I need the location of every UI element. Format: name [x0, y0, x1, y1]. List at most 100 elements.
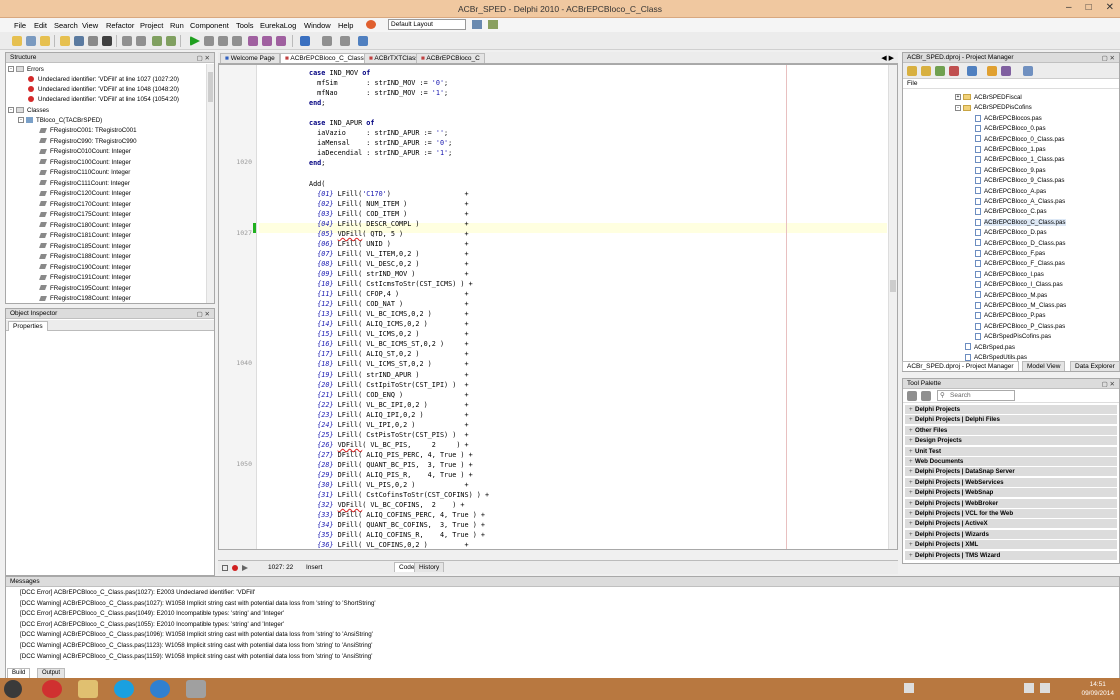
- compile-icon[interactable]: [166, 36, 176, 46]
- tree-node-classes[interactable]: - Classes: [8, 106, 49, 116]
- build-icon[interactable]: [152, 36, 162, 46]
- file-node[interactable]: ACBrSped.pas: [965, 343, 1015, 353]
- field-item[interactable]: FRegistroC120Count: Integer: [39, 189, 131, 199]
- internet-explorer-taskbar-icon[interactable]: [150, 680, 170, 698]
- run-icon[interactable]: [190, 36, 200, 46]
- palette-category[interactable]: Unit Test: [905, 446, 1117, 457]
- start-icon[interactable]: [4, 680, 22, 698]
- printer-taskbar-icon[interactable]: [186, 680, 206, 698]
- message-line[interactable]: [DCC Error] ACBrEPCBloco_C_Class.pas(105…: [20, 621, 284, 628]
- menu-refactor[interactable]: Refactor: [106, 21, 134, 30]
- file-node[interactable]: ACBrEPCBloco_0_Class.pas: [975, 135, 1064, 145]
- close-icon[interactable]: ✕: [1106, 2, 1114, 13]
- file-node[interactable]: ACBrEPCBloco_A.pas: [975, 187, 1046, 197]
- skype-taskbar-icon[interactable]: [114, 680, 134, 698]
- tray-icon[interactable]: [904, 683, 914, 693]
- add-item-icon[interactable]: [935, 66, 945, 76]
- pause-icon[interactable]: [218, 36, 228, 46]
- navigate-back-icon[interactable]: [300, 36, 310, 46]
- panel-pin-icon[interactable]: ▢ ✕: [197, 310, 210, 318]
- file-node[interactable]: ACBrEPCBloco_F_Class.pas: [975, 259, 1065, 269]
- error-item[interactable]: Undeclared identifier: 'VDFill' at line …: [28, 95, 179, 105]
- new-item-icon[interactable]: [921, 66, 931, 76]
- save-icon[interactable]: [74, 36, 84, 46]
- tab-model-view[interactable]: Model View: [1022, 361, 1066, 371]
- folder-node[interactable]: - ACBrSPEDPisCofins: [955, 103, 1032, 113]
- play-macro-icon[interactable]: [242, 565, 248, 571]
- palette-category[interactable]: Delphi Projects | Delphi Files: [905, 415, 1117, 426]
- file-node[interactable]: ACBrEPCBloco_C_Class.pas: [975, 218, 1066, 228]
- remove-item-icon[interactable]: [949, 66, 959, 76]
- reopen-icon[interactable]: [60, 36, 70, 46]
- menu-edit[interactable]: Edit: [34, 21, 47, 30]
- palette-category[interactable]: Delphi Projects | VCL for the Web: [905, 509, 1117, 519]
- field-item[interactable]: FRegistroC185Count: Integer: [39, 242, 131, 252]
- trace-into-icon[interactable]: [248, 36, 258, 46]
- tab-project-manager[interactable]: ACBr_SPED.dproj - Project Manager: [902, 361, 1019, 371]
- tabs-scroll-icon[interactable]: ◀ ▶: [881, 54, 894, 62]
- file-node[interactable]: ACBrEPCBloco_0.pas: [975, 124, 1046, 134]
- palette-category[interactable]: Delphi Projects | XML: [905, 540, 1117, 551]
- bookmark-icon[interactable]: [340, 36, 350, 46]
- maximize-icon[interactable]: □: [1086, 2, 1092, 13]
- file-node[interactable]: ACBrEPCBloco_D_Class.pas: [975, 239, 1066, 249]
- panel-pin-icon[interactable]: ▢ ✕: [197, 54, 210, 62]
- component-icon[interactable]: [358, 36, 368, 46]
- sync-icon[interactable]: [967, 66, 977, 76]
- field-item[interactable]: FRegistroC110Count: Integer: [39, 168, 130, 178]
- file-node[interactable]: ACBrEPCBloco_C.pas: [975, 207, 1047, 217]
- message-line[interactable]: [DCC Warning] ACBrEPCBloco_C_Class.pas(1…: [20, 600, 376, 607]
- message-line[interactable]: [DCC Error] ACBrEPCBloco_C_Class.pas(104…: [20, 610, 284, 617]
- tree-node-errors[interactable]: - Errors: [8, 65, 44, 75]
- structure-scrollbar[interactable]: [206, 64, 214, 303]
- palette-category[interactable]: Web Documents: [905, 457, 1117, 467]
- tab-acbrtxtclass[interactable]: ■ ACBrTXTClass: [364, 53, 424, 63]
- menu-component[interactable]: Component: [190, 21, 229, 30]
- palette-category[interactable]: Delphi Projects | DataSnap Server: [905, 467, 1117, 478]
- view-icon[interactable]: [1023, 66, 1033, 76]
- message-line[interactable]: [DCC Warning] ACBrEPCBloco_C_Class.pas(1…: [20, 642, 372, 649]
- field-item[interactable]: FRegistroC188Count: Integer: [39, 252, 131, 262]
- menu-eurekalog[interactable]: EurekaLog: [260, 21, 296, 30]
- record-macro-icon[interactable]: [222, 565, 228, 571]
- palette-category[interactable]: Delphi Projects | WebServices: [905, 477, 1117, 488]
- palette-category[interactable]: Delphi Projects: [905, 405, 1117, 415]
- menu-tools[interactable]: Tools: [236, 21, 254, 30]
- layout-settings-icon[interactable]: [488, 20, 498, 29]
- palette-category[interactable]: Design Projects: [905, 436, 1117, 447]
- palette-category[interactable]: Delphi Projects | TMS Wizard: [905, 550, 1117, 561]
- add-file-icon[interactable]: [122, 36, 132, 46]
- stop-icon[interactable]: [232, 36, 242, 46]
- file-node[interactable]: ACBrEPCBloco_9_Class.pas: [975, 176, 1064, 186]
- file-node[interactable]: ACBrEPCBloco_I_Class.pas: [975, 280, 1063, 290]
- step-over-icon[interactable]: [262, 36, 272, 46]
- volume-icon[interactable]: [1040, 683, 1050, 693]
- layout-icon[interactable]: [366, 20, 376, 29]
- field-item[interactable]: FRegistroC001: TRegistroC001: [39, 126, 137, 136]
- file-node[interactable]: ACBrEPCBloco_A_Class.pas: [975, 197, 1065, 207]
- field-item[interactable]: FRegistroC190Count: Integer: [39, 263, 131, 273]
- palette-options-icon[interactable]: [921, 391, 931, 401]
- layout-combo[interactable]: Default Layout: [388, 19, 466, 30]
- remove-file-icon[interactable]: [136, 36, 146, 46]
- save-all-icon[interactable]: [88, 36, 98, 46]
- tab-acbrepcbloco-c[interactable]: ■ ACBrEPCBloco_C: [416, 53, 485, 63]
- field-item[interactable]: FRegistroC180Count: Integer: [39, 221, 131, 231]
- field-item[interactable]: FRegistroC195Count: Integer: [39, 284, 131, 294]
- expand-icon[interactable]: [987, 66, 997, 76]
- tab-build[interactable]: Build: [7, 668, 31, 678]
- tab-properties[interactable]: Properties: [8, 321, 48, 331]
- open-project-icon[interactable]: [26, 36, 36, 46]
- code-area[interactable]: case IND_MOV of mfSim : strIND_MOV := '0…: [259, 65, 887, 549]
- palette-category[interactable]: Delphi Projects | WebBroker: [905, 498, 1117, 509]
- tab-output[interactable]: Output: [37, 668, 66, 678]
- folder-node[interactable]: + ACBrSPEDFiscal: [955, 93, 1022, 103]
- file-node[interactable]: ACBrEPCBloco_I.pas: [975, 270, 1044, 280]
- menu-search[interactable]: Search: [54, 21, 78, 30]
- tab-acbrepcbloco-c-class[interactable]: ■ ACBrEPCBloco_C_Class: [280, 53, 369, 63]
- file-node[interactable]: ACBrEPCBloco_1.pas: [975, 145, 1046, 155]
- field-item[interactable]: FRegistroC010Count: Integer: [39, 147, 131, 157]
- palette-category[interactable]: Delphi Projects | WebSnap: [905, 488, 1117, 499]
- message-line[interactable]: [DCC Warning] ACBrEPCBloco_C_Class.pas(1…: [20, 653, 372, 660]
- navigate-forward-icon[interactable]: [322, 36, 332, 46]
